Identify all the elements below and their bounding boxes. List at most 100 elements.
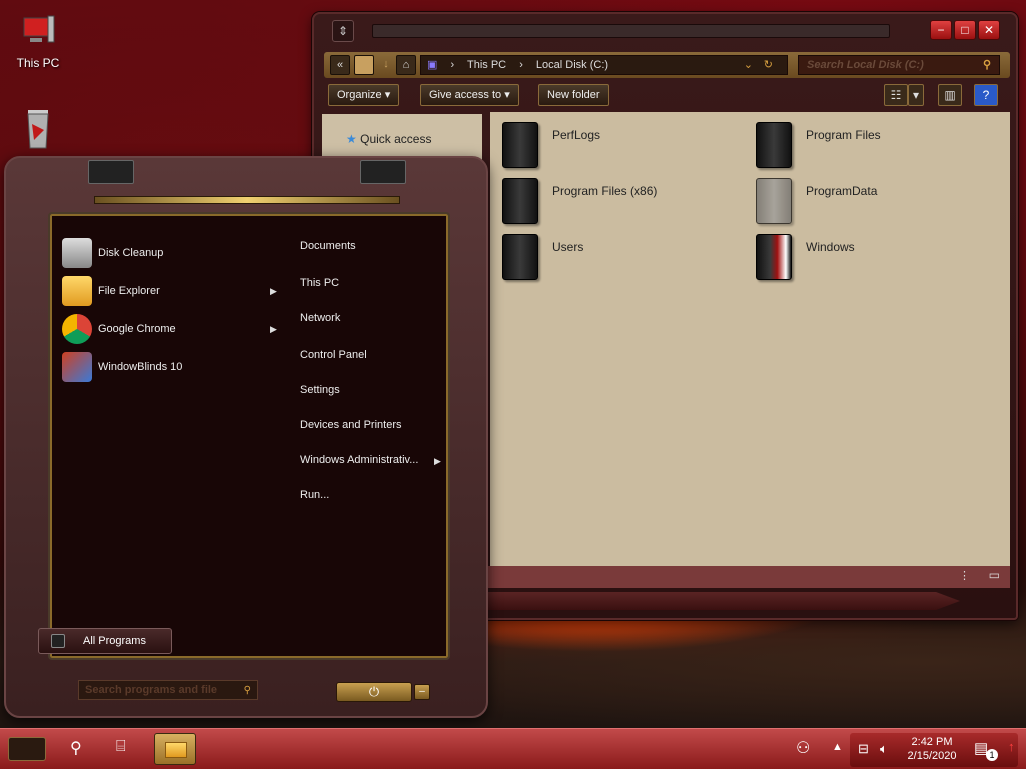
folder-icon bbox=[502, 178, 538, 224]
place-item-devices-printers[interactable]: Devices and Printers bbox=[300, 419, 402, 431]
show-hidden-icons-icon[interactable]: ▲ bbox=[832, 741, 843, 753]
file-explorer-icon bbox=[165, 742, 187, 758]
submenu-arrow-icon: ▶ bbox=[270, 286, 277, 296]
search-placeholder: Search Local Disk (C:) bbox=[807, 59, 924, 71]
power-options-icon[interactable]: – bbox=[414, 684, 430, 700]
breadcrumb-separator: › bbox=[519, 59, 523, 71]
chrome-icon bbox=[62, 314, 92, 344]
down-arrow-icon[interactable]: ↓ bbox=[376, 55, 396, 75]
all-programs-label: All Programs bbox=[83, 635, 146, 647]
folder-icon bbox=[502, 122, 538, 168]
back-icon[interactable]: « bbox=[330, 55, 350, 75]
people-icon[interactable]: ⚇ bbox=[796, 738, 810, 758]
volume-icon[interactable]: 🔈︎ bbox=[880, 741, 888, 757]
folder-label: Program Files (x86) bbox=[552, 184, 658, 198]
taskbar-file-explorer[interactable] bbox=[154, 733, 196, 765]
program-item-windowblinds[interactable]: WindowBlinds 10 bbox=[62, 352, 182, 382]
refresh-icon[interactable]: ↻ bbox=[764, 56, 773, 74]
chevron-down-icon[interactable]: ⌄ bbox=[744, 56, 753, 74]
details-view-icon[interactable]: ⋮ bbox=[959, 569, 970, 582]
folder-label: Users bbox=[552, 240, 584, 254]
give-access-button[interactable]: Give access to ▾ bbox=[420, 84, 519, 106]
place-item-this-pc[interactable]: This PC bbox=[300, 277, 339, 289]
clock-date: 2/15/2020 bbox=[907, 750, 957, 762]
organize-label: Organize bbox=[337, 89, 382, 101]
network-icon[interactable]: ⊟ bbox=[858, 741, 869, 757]
start-search-input[interactable]: Search programs and file ⚲ bbox=[78, 680, 258, 700]
preview-pane-icon[interactable]: ▥ bbox=[938, 84, 962, 106]
program-item-file-explorer[interactable]: File Explorer bbox=[62, 276, 160, 306]
recycle-bin-icon bbox=[18, 104, 58, 149]
start-button[interactable] bbox=[8, 737, 46, 761]
folder-item[interactable]: ProgramData bbox=[756, 178, 877, 224]
address-bar: « ↓ ⌂ ▣ › This PC › Local Disk (C:) ↻ ⌄ … bbox=[324, 52, 1010, 78]
hinge-decoration bbox=[88, 160, 134, 184]
all-programs-icon bbox=[51, 634, 65, 648]
all-programs-button[interactable]: All Programs bbox=[38, 628, 172, 654]
new-folder-button[interactable]: New folder bbox=[538, 84, 609, 106]
large-icons-view-icon[interactable]: ▭ bbox=[989, 568, 1000, 582]
close-button[interactable]: ✕ bbox=[978, 20, 1000, 40]
search-icon: ⚲ bbox=[243, 685, 251, 696]
horizontal-scrollbar[interactable] bbox=[480, 592, 960, 610]
hinge-decoration bbox=[360, 160, 406, 184]
help-icon[interactable]: ? bbox=[974, 84, 998, 106]
submenu-arrow-icon: ▶ bbox=[434, 456, 441, 466]
search-icon[interactable]: ⚲ bbox=[70, 738, 82, 758]
program-item-disk-cleanup[interactable]: Disk Cleanup bbox=[62, 238, 163, 268]
folder-item[interactable]: Users bbox=[502, 234, 583, 280]
place-item-documents[interactable]: Documents bbox=[300, 240, 356, 252]
organize-button[interactable]: Organize ▾ bbox=[328, 84, 400, 106]
folder-icon bbox=[756, 122, 792, 168]
search-input[interactable]: Search Local Disk (C:) ⚲ bbox=[798, 55, 1000, 75]
place-item-control-panel[interactable]: Control Panel bbox=[300, 349, 367, 361]
window-menu-icon[interactable]: ⇕ bbox=[332, 20, 354, 42]
folder-item[interactable]: Program Files (x86) bbox=[502, 178, 657, 224]
windowblinds-icon bbox=[62, 352, 92, 382]
give-access-label: Give access to bbox=[429, 89, 502, 101]
folder-label: Windows bbox=[806, 240, 855, 254]
folder-label: PerfLogs bbox=[552, 128, 601, 142]
command-bar: Organize ▾ Give access to ▾ New folder ☷… bbox=[324, 82, 1010, 110]
breadcrumb-item-local-disk[interactable]: Local Disk (C:) bbox=[536, 59, 608, 71]
place-item-windows-admin[interactable]: Windows Administrativ... bbox=[300, 454, 418, 466]
view-options-icon[interactable]: ☷ bbox=[884, 84, 908, 106]
nav-item-quick-access[interactable]: ★ Quick access bbox=[346, 132, 431, 146]
program-label: File Explorer bbox=[98, 285, 160, 297]
folder-label: ProgramData bbox=[806, 184, 878, 198]
start-menu-panel: Disk Cleanup File Explorer ▶ Google Chro… bbox=[48, 212, 450, 660]
file-list: PerfLogs Program Files Program Files (x8… bbox=[490, 112, 1010, 566]
star-icon: ★ bbox=[346, 132, 357, 146]
view-dropdown-icon[interactable]: ▾ bbox=[908, 84, 924, 106]
place-item-settings[interactable]: Settings bbox=[300, 384, 340, 396]
breadcrumb[interactable]: ▣ › This PC › Local Disk (C:) ↻ ⌄ bbox=[420, 55, 788, 75]
folder-item[interactable]: Windows bbox=[756, 234, 855, 280]
disk-cleanup-icon bbox=[62, 238, 92, 268]
maximize-button[interactable]: □ bbox=[954, 20, 976, 40]
place-item-run[interactable]: Run... bbox=[300, 489, 329, 501]
desktop-icon-recycle-bin[interactable] bbox=[6, 104, 70, 149]
title-bar[interactable]: ⇕ − □ ✕ bbox=[314, 14, 1016, 52]
up-arrow-icon[interactable]: ↑ bbox=[1008, 739, 1015, 754]
this-pc-icon bbox=[18, 12, 58, 52]
folder-icon bbox=[502, 234, 538, 280]
gold-bar-decoration bbox=[94, 196, 400, 204]
search-icon[interactable]: ⚲ bbox=[983, 56, 991, 74]
nav-item-label: Quick access bbox=[360, 132, 432, 146]
folder-item[interactable]: PerfLogs bbox=[502, 122, 600, 168]
task-view-icon[interactable]: ⌸ bbox=[116, 738, 126, 756]
program-label: WindowBlinds 10 bbox=[98, 361, 183, 373]
place-item-network[interactable]: Network bbox=[300, 312, 340, 324]
program-item-google-chrome[interactable]: Google Chrome bbox=[62, 314, 176, 344]
minimize-button[interactable]: − bbox=[930, 20, 952, 40]
desktop-icon-this-pc[interactable]: This PC bbox=[6, 12, 70, 70]
power-button[interactable]: ⏻ bbox=[336, 682, 412, 702]
up-folder-icon[interactable]: ⌂ bbox=[396, 55, 416, 75]
start-menu: Disk Cleanup File Explorer ▶ Google Chro… bbox=[4, 156, 488, 718]
submenu-arrow-icon: ▶ bbox=[270, 324, 277, 334]
breadcrumb-item-this-pc[interactable]: This PC bbox=[467, 59, 506, 71]
folder-item[interactable]: Program Files bbox=[756, 122, 881, 168]
clock[interactable]: 2:42 PM 2/15/2020 bbox=[906, 735, 958, 763]
forward-button[interactable] bbox=[354, 55, 374, 75]
breadcrumb-separator: › bbox=[450, 59, 455, 71]
